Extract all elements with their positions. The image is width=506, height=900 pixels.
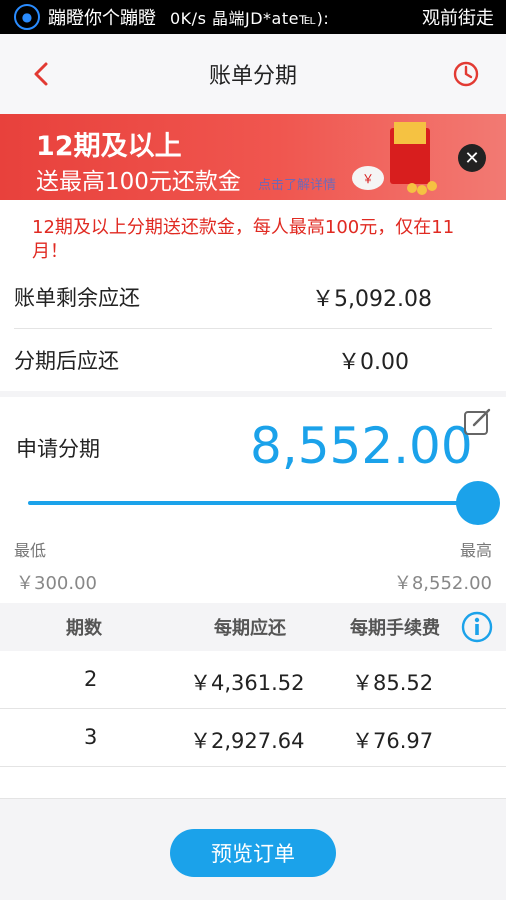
svg-text:￥: ￥ bbox=[362, 172, 374, 186]
table-header: 期数 每期应还 每期手续费 bbox=[0, 603, 506, 651]
min-label: 最低 bbox=[14, 541, 47, 560]
close-banner-button[interactable]: ✕ bbox=[458, 144, 486, 172]
amount-slider-handle[interactable] bbox=[456, 481, 500, 525]
min-value: ￥300.00 bbox=[16, 573, 97, 594]
clock-icon bbox=[453, 61, 479, 87]
nav-bar: 账单分期 bbox=[0, 34, 506, 114]
table-row[interactable]: 2 ￥4,361.52 ￥85.52 bbox=[0, 651, 506, 709]
status-left-text: 蹦瞪你个蹦瞪 bbox=[48, 8, 156, 29]
red-envelope-icon: ￥ bbox=[352, 122, 437, 195]
notification-icon: ● bbox=[14, 4, 40, 30]
apply-label: 申请分期 bbox=[16, 437, 100, 461]
apply-section: 申请分期 8,552.00 最低 最高 ￥300.00 ￥8,552.00 bbox=[0, 397, 506, 603]
edit-amount-button[interactable] bbox=[462, 407, 492, 437]
chevron-left-icon bbox=[34, 62, 48, 86]
remaining-label: 账单剩余应还 bbox=[14, 286, 140, 310]
amount-slider-track[interactable] bbox=[28, 501, 478, 505]
banner-subtitle: 送最高100元还款金 bbox=[36, 169, 241, 195]
header-periods: 期数 bbox=[66, 618, 102, 639]
preview-order-button[interactable]: 预览订单 bbox=[170, 829, 336, 877]
max-value: ￥8,552.00 bbox=[393, 573, 492, 594]
status-bar: ● 蹦瞪你个蹦瞪 0K/s 晶端JD*ate℡): 观前街走 bbox=[0, 0, 506, 34]
row-fee: ￥76.97 bbox=[352, 729, 434, 753]
row-per-period: ￥2,927.64 bbox=[190, 729, 305, 753]
row-per-period: ￥4,361.52 bbox=[190, 671, 305, 695]
remaining-row: 账单剩余应还 ￥5,092.08 bbox=[0, 266, 506, 328]
status-mid-text: 0K/s 晶端JD*ate℡): bbox=[170, 9, 330, 28]
table-row[interactable]: 3 ￥2,927.64 ￥76.97 bbox=[0, 709, 506, 767]
promo-banner[interactable]: 12期及以上 送最高100元还款金 点击了解详情 ￥ ✕ bbox=[0, 114, 506, 200]
status-left: ● 蹦瞪你个蹦瞪 bbox=[14, 4, 156, 30]
row-periods: 3 bbox=[84, 725, 98, 749]
status-right-text: 观前街走 bbox=[422, 8, 494, 29]
after-label: 分期后应还 bbox=[14, 349, 119, 373]
banner-title: 12期及以上 bbox=[36, 131, 182, 162]
info-icon[interactable] bbox=[461, 611, 493, 643]
apply-amount[interactable]: 8,552.00 bbox=[250, 417, 473, 475]
after-value: ￥0.00 bbox=[338, 350, 409, 375]
after-row: 分期后应还 ￥0.00 bbox=[0, 329, 506, 391]
header-fee: 每期手续费 bbox=[350, 618, 440, 639]
footer: 预览订单 bbox=[0, 799, 506, 897]
row-fee: ￥85.52 bbox=[352, 671, 434, 695]
max-label: 最高 bbox=[459, 541, 492, 560]
row-periods: 2 bbox=[84, 667, 98, 691]
close-icon: ✕ bbox=[464, 147, 480, 169]
edit-icon bbox=[464, 408, 491, 435]
header-per-period: 每期应还 bbox=[214, 618, 286, 639]
table-spacer bbox=[0, 767, 506, 799]
history-button[interactable] bbox=[452, 60, 480, 88]
back-button[interactable] bbox=[28, 60, 56, 88]
page-title: 账单分期 bbox=[208, 64, 297, 89]
remaining-value: ￥5,092.08 bbox=[312, 287, 432, 312]
promo-notice: 12期及以上分期送还款金，每人最高100元，仅在11月！ bbox=[0, 200, 506, 266]
banner-link[interactable]: 点击了解详情 bbox=[258, 174, 336, 193]
